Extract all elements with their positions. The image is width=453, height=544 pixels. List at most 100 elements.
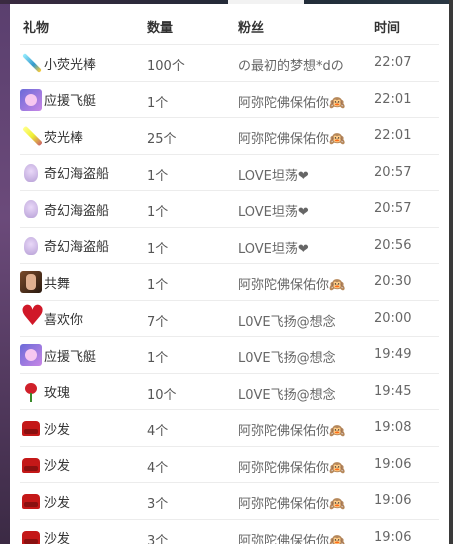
header-fan: 粉丝 [238,21,265,36]
header-gift: 礼物 [23,21,50,36]
fan-cell: 阿弥陀佛保佑你🙉 [238,424,346,439]
time-cell: 19:49 [374,347,412,362]
table-row: 共舞 1个 阿弥陀佛保佑你🙉 20:30 [20,263,439,300]
fan-cell: 阿弥陀佛保佑你🙉 [238,533,346,544]
rose-icon [20,381,42,403]
gift-cell: 玫瑰 [20,381,70,403]
fan-cell: 阿弥陀佛保佑你🙉 [238,460,346,476]
quantity-cell: 1个 [147,95,169,111]
quantity-cell: 1个 [147,278,169,293]
gift-cell: 沙发 [20,454,70,476]
time-cell: 19:06 [374,493,412,508]
gift-name: 奇幻海盗船 [44,240,110,255]
table-row: 沙发 3个 阿弥陀佛保佑你🙉 19:06 [20,482,439,519]
fan-cell: の最初的梦想*dの [238,59,344,74]
gift-cell: 沙发 [20,490,70,512]
fan-cell: 阿弥陀佛保佑你🙉 [238,497,346,512]
pirate-ship-icon [20,198,42,220]
gift-table-body: 小荧光棒 100个 の最初的梦想*dの 22:07 应援飞艇 1个 阿弥陀佛保佑… [10,44,449,544]
gift-cell: 奇幻海盗船 [20,198,109,220]
time-cell: 20:57 [374,201,412,216]
gift-name: 喜欢你 [44,313,84,328]
gift-name: 奇幻海盗船 [44,203,110,219]
quantity-cell: 4个 [147,460,169,476]
time-cell: 20:00 [374,310,412,326]
sofa-icon [20,454,42,476]
table-row: 应援飞艇 1个 阿弥陀佛保佑你🙉 22:01 [20,80,439,118]
gift-cell: 奇幻海盗船 [20,235,109,257]
table-row: 应援飞艇 1个 L0VE飞扬@想念 19:49 [20,336,439,373]
time-cell: 20:56 [374,237,412,253]
gift-cell: 应援飞艇 [20,344,96,366]
quantity-cell: 4个 [147,424,169,439]
time-cell: 20:30 [374,274,412,289]
gift-list-panel: 礼物 数量 粉丝 时间 小荧光棒 100个 の最初的梦想*dの 22:07 应援… [10,4,449,544]
table-row: 小荧光棒 100个 の最初的梦想*dの 22:07 [20,44,439,81]
quantity-cell: 1个 [147,241,169,257]
time-cell: 19:08 [374,420,412,435]
table-row: 沙发 4个 阿弥陀佛保佑你🙉 19:06 [20,445,439,483]
table-row: 沙发 4个 阿弥陀佛保佑你🙉 19:08 [20,409,439,446]
gift-name: 荧光棒 [44,130,84,146]
time-cell: 20:57 [374,164,412,180]
time-cell: 19:06 [374,456,412,472]
table-row: 沙发 3个 阿弥陀佛保佑你🙉 19:06 [20,518,439,544]
pirate-ship-icon [20,162,42,184]
header-quantity: 数量 [147,21,174,36]
gift-name: 小荧光棒 [44,57,97,73]
fan-cell: L0VE飞扬@想念 [238,387,336,403]
time-cell: 19:06 [374,529,412,544]
scrollbar[interactable] [449,0,453,544]
gift-name: 应援飞艇 [44,94,97,109]
gift-name: 沙发 [44,532,71,544]
gift-cell: 沙发 [20,417,70,439]
gift-name: 沙发 [44,459,71,474]
gift-cell: 小荧光棒 [20,52,96,74]
quantity-cell: 1个 [147,205,169,220]
pirate-ship-icon [20,235,42,257]
table-row: 奇幻海盗船 1个 LOVE坦荡❤ 20:56 [20,226,439,264]
gift-name: 奇幻海盗船 [44,167,110,182]
quantity-cell: 1个 [147,168,169,184]
time-cell: 22:07 [374,55,412,70]
quantity-cell: 100个 [147,59,185,74]
sofa-icon [20,527,42,544]
glowstick-icon [20,52,42,74]
table-row: 玫瑰 10个 L0VE飞扬@想念 19:45 [20,372,439,410]
fan-cell: L0VE飞扬@想念 [238,351,336,366]
table-row: 荧光棒 25个 阿弥陀佛保佑你🙉 22:01 [20,117,439,154]
gift-cell: 共舞 [20,271,70,293]
gift-name: 沙发 [44,495,71,511]
gift-cell: 喜欢你 [20,302,84,330]
gift-cell: 荧光棒 [20,125,83,147]
fan-cell: LOVE坦荡❤ [238,168,309,184]
table-row: 奇幻海盗船 1个 LOVE坦荡❤ 20:57 [20,190,439,227]
table-header: 礼物 数量 粉丝 时间 [10,4,449,44]
gift-name: 沙发 [44,422,71,438]
table-row: 喜欢你 7个 L0VE飞扬@想念 20:00 [20,299,439,337]
table-row: 奇幻海盗船 1个 LOVE坦荡❤ 20:57 [20,153,439,191]
quantity-cell: 3个 [147,533,169,544]
glowstick-icon [20,125,42,147]
heart-icon [20,302,45,330]
fan-cell: 阿弥陀佛保佑你🙉 [238,278,346,293]
time-cell: 22:01 [374,128,412,143]
dance-icon [20,271,42,293]
quantity-cell: 3个 [147,497,169,512]
fan-cell: 阿弥陀佛保佑你🙉 [238,132,346,147]
sofa-icon [20,490,42,512]
time-cell: 19:45 [374,383,412,399]
quantity-cell: 25个 [147,132,177,147]
fan-cell: 阿弥陀佛保佑你🙉 [238,95,346,111]
quantity-cell: 7个 [147,314,169,330]
airship-icon [20,344,42,366]
fan-cell: LOVE坦荡❤ [238,241,309,257]
time-cell: 22:01 [374,91,412,107]
sofa-icon [20,417,42,439]
quantity-cell: 10个 [147,387,177,403]
gift-name: 应援飞艇 [44,349,97,365]
fan-cell: LOVE坦荡❤ [238,205,309,220]
header-time: 时间 [374,21,401,36]
gift-name: 共舞 [44,276,71,292]
gift-name: 玫瑰 [44,386,71,401]
